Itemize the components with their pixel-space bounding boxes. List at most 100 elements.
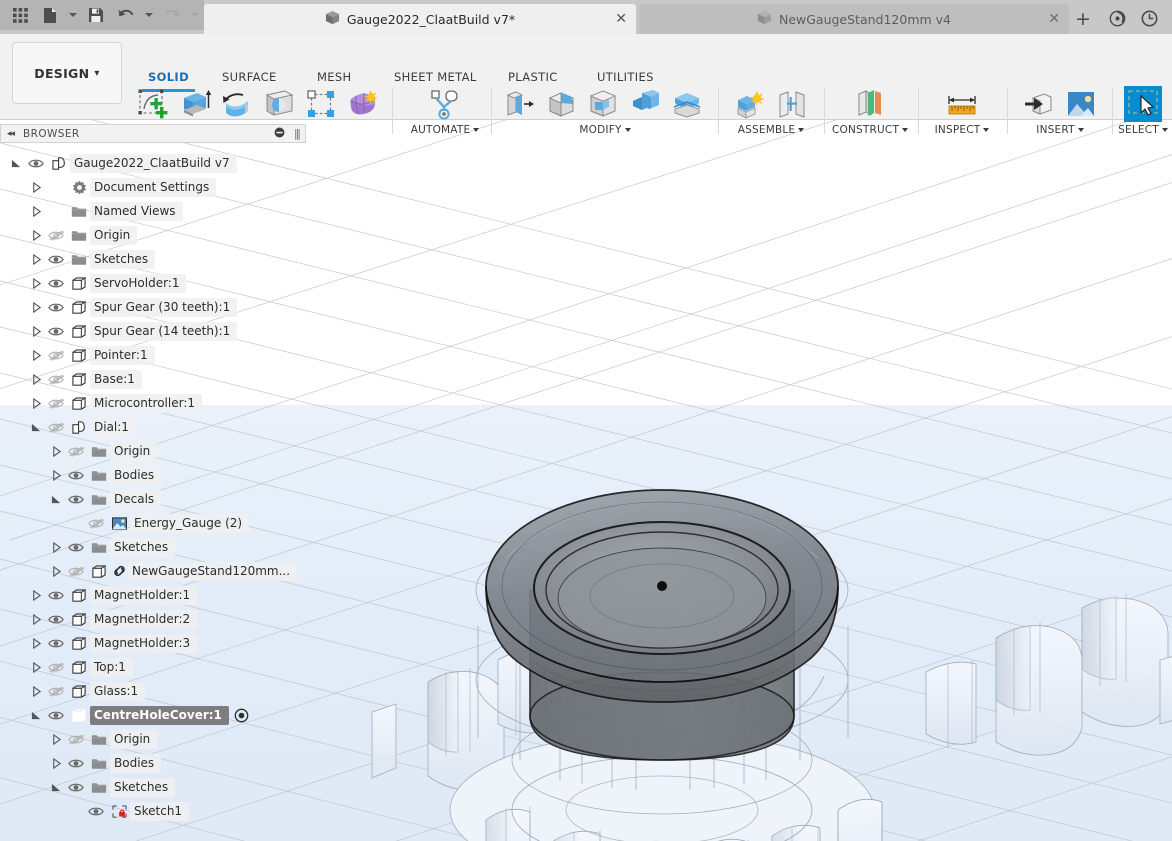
shell-icon[interactable] (584, 86, 622, 122)
tree-expand-closed-icon[interactable] (28, 271, 44, 295)
decal-icon[interactable] (1062, 86, 1100, 122)
help-icon[interactable] (1104, 6, 1130, 30)
ribbon-group-insert-label[interactable]: INSERT (1014, 124, 1106, 136)
new-component-icon[interactable] (731, 86, 769, 122)
app-grid-icon[interactable] (6, 2, 35, 28)
tree-row[interactable]: ServoHolder:1 (0, 271, 306, 295)
visibility-eye-icon[interactable] (44, 703, 68, 727)
tree-row[interactable]: Sketches (0, 247, 306, 271)
save-icon[interactable] (82, 2, 111, 28)
tree-expand-closed-icon[interactable] (48, 559, 64, 583)
tree-row[interactable]: MagnetHolder:3 (0, 631, 306, 655)
offset-plane-icon[interactable] (851, 86, 889, 122)
visibility-eye-off-icon[interactable] (64, 727, 88, 751)
undo-icon[interactable] (111, 2, 140, 28)
document-tab-close-icon[interactable]: ✕ (1048, 12, 1060, 26)
visibility-eye-icon[interactable] (84, 799, 108, 823)
automate-icon[interactable] (426, 86, 464, 122)
tree-row[interactable]: Spur Gear (14 teeth):1 (0, 319, 306, 343)
visibility-eye-off-icon[interactable] (44, 391, 68, 415)
tree-expand-closed-icon[interactable] (48, 439, 64, 463)
visibility-eye-icon[interactable] (44, 631, 68, 655)
tree-row[interactable]: Named Views (0, 199, 306, 223)
tree-row[interactable]: Spur Gear (30 teeth):1 (0, 295, 306, 319)
minus-circle-icon[interactable] (274, 127, 285, 141)
tree-expand-closed-icon[interactable] (28, 367, 44, 391)
tree-row[interactable]: Bodies (0, 751, 306, 775)
visibility-eye-off-icon[interactable] (64, 439, 88, 463)
tree-row[interactable]: Energy_Gauge (2) (0, 511, 306, 535)
insert-derive-icon[interactable] (1020, 86, 1058, 122)
joint-icon[interactable] (773, 86, 811, 122)
visibility-eye-off-icon[interactable] (84, 511, 108, 535)
tree-row[interactable]: Origin (0, 727, 306, 751)
tree-expand-open-icon[interactable] (8, 151, 24, 175)
tree-row[interactable]: Top:1 (0, 655, 306, 679)
new-tab-button[interactable]: + (1069, 4, 1097, 34)
tree-row[interactable]: Glass:1 (0, 679, 306, 703)
document-tab-close-icon[interactable]: ✕ (615, 12, 627, 26)
tree-row[interactable]: Sketches (0, 535, 306, 559)
tab-mesh[interactable]: MESH (317, 70, 352, 85)
tree-row[interactable]: Dial:1 (0, 415, 306, 439)
visibility-eye-icon[interactable] (44, 607, 68, 631)
tree-expand-closed-icon[interactable] (28, 583, 44, 607)
revolve-icon[interactable] (218, 86, 256, 122)
new-file-dropdown-caret[interactable] (64, 2, 81, 28)
combine-icon[interactable] (626, 86, 664, 122)
tree-row-selected[interactable]: CentreHoleCover:1 (0, 703, 306, 727)
tree-expand-closed-icon[interactable] (28, 679, 44, 703)
visibility-eye-icon[interactable] (64, 487, 88, 511)
visibility-eye-off-icon[interactable] (44, 223, 68, 247)
visibility-eye-off-icon[interactable] (64, 559, 88, 583)
visibility-eye-icon[interactable] (24, 151, 48, 175)
tree-row[interactable]: Sketch1 (0, 799, 306, 823)
workspace-selector-button[interactable]: DESIGN ▾ (12, 42, 122, 104)
visibility-eye-off-icon[interactable] (44, 415, 68, 439)
tree-row[interactable]: Origin (0, 223, 306, 247)
tree-expand-closed-icon[interactable] (48, 535, 64, 559)
tree-expand-open-icon[interactable] (48, 775, 64, 799)
ribbon-group-construct-label[interactable]: CONSTRUCT (832, 124, 909, 136)
create-sketch-icon[interactable] (134, 86, 172, 122)
tree-expand-closed-icon[interactable] (28, 631, 44, 655)
sweep-icon[interactable] (260, 86, 298, 122)
ribbon-group-assemble-label[interactable]: ASSEMBLE (726, 124, 816, 136)
collapse-panel-icon[interactable]: ◂◂ (7, 129, 15, 139)
visibility-eye-icon[interactable] (64, 463, 88, 487)
tree-row[interactable]: Gauge2022_ClaatBuild v7 (0, 151, 306, 175)
measure-icon[interactable] (943, 86, 981, 122)
tree-expand-closed-icon[interactable] (28, 175, 44, 199)
tree-expand-closed-icon[interactable] (28, 199, 44, 223)
tree-row[interactable]: Sketches (0, 775, 306, 799)
tree-row[interactable]: MagnetHolder:2 (0, 607, 306, 631)
tree-expand-closed-icon[interactable] (48, 727, 64, 751)
visibility-eye-off-icon[interactable] (44, 679, 68, 703)
redo-dropdown-caret[interactable] (187, 2, 204, 28)
tree-row[interactable]: Microcontroller:1 (0, 391, 306, 415)
tree-row[interactable]: Origin (0, 439, 306, 463)
document-tab-inactive[interactable]: NewGaugeStand120mm v4 ✕ (639, 4, 1069, 34)
tab-utilities[interactable]: UTILITIES (597, 70, 654, 85)
visibility-eye-icon[interactable] (44, 271, 68, 295)
visibility-eye-off-icon[interactable] (44, 655, 68, 679)
tree-expand-open-icon[interactable] (28, 415, 44, 439)
select-window-icon[interactable] (1124, 86, 1162, 122)
tree-expand-closed-icon[interactable] (28, 319, 44, 343)
visibility-eye-icon[interactable] (64, 751, 88, 775)
visibility-eye-icon[interactable] (44, 583, 68, 607)
tree-row[interactable]: MagnetHolder:1 (0, 583, 306, 607)
ribbon-group-automate-label[interactable]: AUTOMATE (404, 124, 486, 136)
ribbon-group-modify-label[interactable]: MODIFY (500, 124, 710, 136)
tree-expand-open-icon[interactable] (28, 703, 44, 727)
pattern-icon[interactable] (302, 86, 340, 122)
document-tab-active[interactable]: Gauge2022_ClaatBuild v7* ✕ (204, 4, 636, 34)
tree-expand-closed-icon[interactable] (28, 247, 44, 271)
tree-row[interactable]: NewGaugeStand120mm... (0, 559, 306, 583)
split-face-icon[interactable] (668, 86, 706, 122)
tree-expand-closed-icon[interactable] (48, 751, 64, 775)
new-file-icon[interactable] (35, 2, 64, 28)
tree-expand-closed-icon[interactable] (28, 655, 44, 679)
visibility-eye-off-icon[interactable] (44, 343, 68, 367)
tree-expand-closed-icon[interactable] (28, 607, 44, 631)
